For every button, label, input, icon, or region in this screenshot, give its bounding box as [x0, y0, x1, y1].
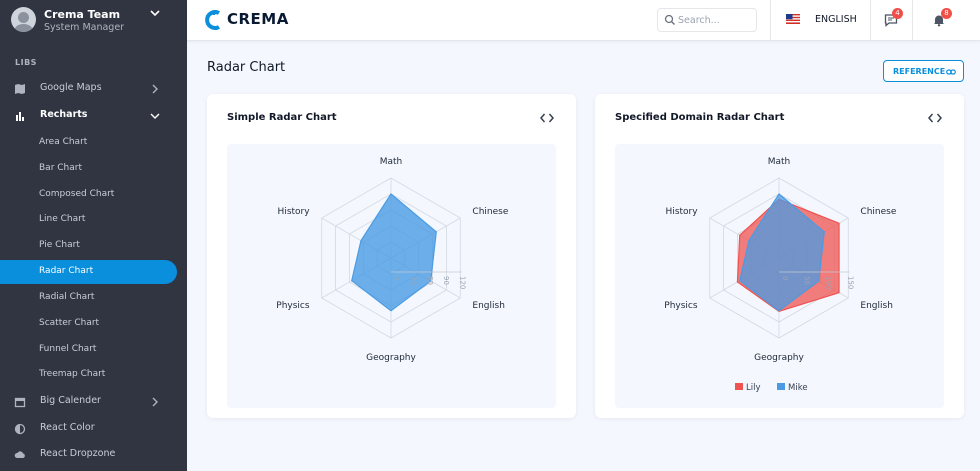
- radius-tick-label: 60: [426, 276, 434, 285]
- us-flag-icon: [786, 14, 800, 24]
- legend-swatch-mike: [777, 383, 785, 390]
- logo-text: CREMA: [227, 10, 289, 28]
- sidebar-subitem-label: Pie Chart: [39, 240, 80, 250]
- category-label-math: Math: [380, 157, 403, 167]
- notifications-badge: 8: [941, 8, 952, 19]
- reference-button-label: REFERENCE: [893, 67, 946, 76]
- messages-badge: 4: [892, 8, 903, 19]
- sidebar-subitem-radar-chart[interactable]: Radar Chart: [0, 260, 177, 284]
- sidebar-subitem-treemap-chart[interactable]: Treemap Chart: [0, 363, 177, 387]
- legend-swatch-lily: [735, 383, 743, 390]
- section-label: LIBS: [15, 58, 37, 67]
- domain-radar-chart: 0 50 100 150 Math Chinese English Geography Phys…: [664, 157, 897, 393]
- sidebar-subitem-line-chart[interactable]: Line Chart: [0, 208, 177, 232]
- radius-tick-label: 30: [409, 276, 417, 285]
- code-icon[interactable]: [928, 112, 942, 124]
- search-input[interactable]: [678, 13, 754, 28]
- domain-radar-card: Specified Domain Radar Chart 0 50 100 150 Ma…: [595, 94, 964, 418]
- search-icon: [664, 14, 675, 25]
- sidebar-subitem-label: Line Chart: [39, 214, 86, 224]
- sidebar-subitem-bar-chart[interactable]: Bar Chart: [0, 157, 177, 181]
- header-divider: [770, 0, 771, 41]
- chevron-right-icon: [152, 397, 158, 407]
- sidebar-item-google-maps[interactable]: Google Maps: [0, 77, 187, 101]
- sidebar-item-label: Recharts: [40, 109, 88, 120]
- logo[interactable]: CREMA: [205, 8, 295, 32]
- chart-area: 0 50 100 150 Math Chinese English Geography Phys…: [615, 144, 944, 408]
- sidebar-item-label: React Color: [40, 422, 95, 433]
- category-label-history: History: [278, 207, 311, 217]
- calendar-icon: [14, 397, 26, 408]
- category-label-geography: Geography: [366, 353, 416, 363]
- radius-tick-label: 90: [442, 276, 450, 285]
- map-icon: [15, 84, 25, 94]
- category-label-physics: Physics: [276, 301, 310, 311]
- sidebar-subitem-label: Radial Chart: [39, 292, 95, 302]
- category-label-physics: Physics: [664, 301, 698, 311]
- simple-radar-card: Simple Radar Chart 0 30 60 90 120 Math Chinese…: [207, 94, 576, 418]
- card-title: Simple Radar Chart: [227, 112, 337, 123]
- sidebar-subitem-label: Bar Chart: [39, 163, 82, 173]
- sidebar-subitem-label: Scatter Chart: [39, 318, 100, 328]
- category-label-english: English: [860, 301, 893, 311]
- category-label-chinese: Chinese: [472, 207, 508, 217]
- simple-radar-chart: 0 30 60 90 120 Math Chinese English Geography Phy…: [276, 157, 509, 363]
- legend-label-mike: Mike: [788, 383, 808, 393]
- sidebar-item-react-dropzone[interactable]: React Dropzone: [0, 443, 187, 467]
- radius-tick-label: 0: [393, 276, 401, 280]
- category-label-chinese: Chinese: [860, 207, 896, 217]
- sidebar-subitem-composed-chart[interactable]: Composed Chart: [0, 183, 177, 207]
- sidebar-subitem-label: Treemap Chart: [39, 369, 106, 379]
- category-label-geography: Geography: [754, 353, 804, 363]
- radius-tick-label: 50: [803, 276, 811, 285]
- sidebar-item-label: Big Calender: [40, 395, 101, 406]
- code-icon[interactable]: [540, 112, 554, 124]
- chart-area: 0 30 60 90 120 Math Chinese English Geography Phy…: [227, 144, 556, 408]
- sidebar-subitem-label: Radar Chart: [39, 266, 94, 276]
- radius-tick-label: 150: [847, 276, 855, 289]
- crema-logo-icon: [205, 10, 220, 30]
- user-role: System Manager: [44, 22, 125, 33]
- user-profile[interactable]: Crema Team System Manager: [0, 0, 187, 44]
- user-name: Crema Team: [44, 8, 121, 21]
- category-label-english: English: [472, 301, 505, 311]
- header-divider: [870, 0, 871, 41]
- chevron-down-icon[interactable]: [150, 9, 160, 17]
- chevron-down-icon: [150, 113, 160, 119]
- radius-tick-label: 0: [781, 276, 789, 280]
- card-title: Specified Domain Radar Chart: [615, 112, 785, 123]
- sidebar-item-recharts[interactable]: Recharts: [0, 104, 187, 128]
- radius-tick-label: 120: [459, 276, 467, 289]
- category-label-history: History: [666, 207, 699, 217]
- language-selector[interactable]: ENGLISH: [815, 14, 857, 25]
- radius-tick-label: 100: [825, 276, 833, 289]
- sidebar-item-label: Google Maps: [40, 82, 102, 93]
- sidebar-subitem-pie-chart[interactable]: Pie Chart: [0, 234, 177, 258]
- sidebar-subitem-label: Composed Chart: [39, 189, 115, 199]
- bar-chart-icon: [16, 112, 24, 121]
- category-label-math: Math: [768, 157, 791, 167]
- avatar: [11, 7, 36, 32]
- sidebar: Crema Team System Manager LIBS Google Ma…: [0, 0, 187, 471]
- radar-series-0: [351, 193, 437, 312]
- sidebar-subitem-label: Area Chart: [39, 137, 88, 147]
- link-icon: [946, 69, 956, 75]
- contrast-icon: [14, 423, 26, 435]
- sidebar-item-react-color[interactable]: React Color: [0, 417, 187, 441]
- top-header: CREMA ENGLISH 4 8: [187, 0, 980, 41]
- sidebar-item-label: React Dropzone: [40, 448, 116, 459]
- sidebar-subitem-funnel-chart[interactable]: Funnel Chart: [0, 338, 177, 362]
- sidebar-subitem-area-chart[interactable]: Area Chart: [0, 131, 177, 155]
- legend-label-lily: Lily: [746, 383, 761, 393]
- header-divider: [912, 0, 913, 41]
- sidebar-subitem-label: Funnel Chart: [39, 344, 97, 354]
- sidebar-item-big-calender[interactable]: Big Calender: [0, 390, 187, 414]
- reference-button[interactable]: REFERENCE: [883, 60, 964, 82]
- sidebar-subitem-scatter-chart[interactable]: Scatter Chart: [0, 312, 177, 336]
- page-title: Radar Chart: [207, 60, 286, 75]
- sidebar-subitem-radial-chart[interactable]: Radial Chart: [0, 286, 177, 310]
- chevron-right-icon: [152, 84, 158, 94]
- search-box[interactable]: [657, 8, 757, 32]
- cloud-icon: [14, 451, 25, 458]
